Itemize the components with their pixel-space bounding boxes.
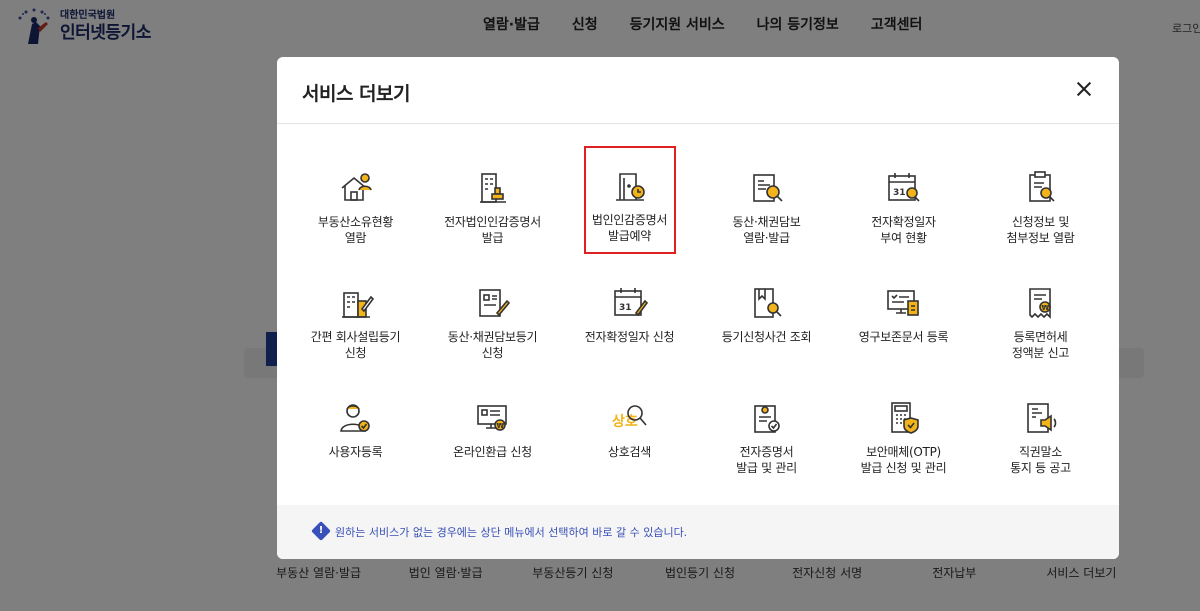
service-online-refund[interactable]: ₩ 온라인환급 신청 [424,374,561,489]
book-search-icon [753,288,782,318]
document-speaker-icon [1026,403,1056,433]
service-real-estate-ownership[interactable]: 부동산소유현황 열람 [287,144,424,259]
close-icon[interactable] [1072,78,1096,102]
service-e-fixed-date-apply[interactable]: 31 전자확정일자 신청 [561,259,698,374]
service-application-info-view[interactable]: 신청정보 및 첨부정보 열람 [972,144,1109,259]
modal-title: 서비스 더보기 [302,83,411,105]
service-label: 영구보존문서 등록 [858,330,949,344]
more-services-modal: 서비스 더보기 부동산소유현황 열람 전자법인인감증명서 발급 법인인감증명서 … [277,57,1119,559]
document-pen-icon [478,289,510,317]
service-label: 전자법인인감증명서 발급 [444,215,541,245]
service-trade-name-search[interactable]: 상호 상호검색 [561,374,698,489]
service-label: 동산·채권담보 열람·발급 [732,215,801,245]
modal-footer: ! 원하는 서비스가 없는 경우에는 상단 메뉴에서 선택하여 바로 갈 수 있… [277,505,1119,559]
calendar-search-icon: 31 [887,173,920,202]
service-label: 사용자등록 [328,445,383,459]
service-label: 전자증명서 발급 및 관리 [736,445,797,475]
sangho-glyph: 상호 [612,414,638,430]
building-stamp-icon [479,173,506,203]
service-e-certificate[interactable]: 전자증명서 발급 및 관리 [698,374,835,489]
svg-text:₩: ₩ [496,422,504,430]
service-e-fixed-date-status[interactable]: 31 전자확정일자 부여 현황 [835,144,972,259]
service-label: 직권말소 통지 등 공고 [1010,445,1071,475]
name-search-icon: 상호 [612,405,647,430]
calendar-pen-icon: 31 [613,288,648,317]
screen-won-icon: ₩ [476,405,507,431]
service-label: 온라인환급 신청 [453,445,532,459]
service-label: 등기신청사건 조회 [721,330,812,344]
monitor-document-icon [886,290,919,316]
certificate-check-icon [753,405,780,433]
house-person-icon [340,173,372,201]
modal-header: 서비스 더보기 [277,57,1119,124]
service-label: 신청정보 및 첨부정보 열람 [1006,215,1075,245]
receipt-won-icon: ₩ [1028,288,1051,319]
service-label: 법인인감증명서 발급예약 [591,213,668,243]
service-label: 등록면허세 정액분 신고 [1011,330,1070,360]
user-check-icon [339,404,370,432]
service-permanent-document-register[interactable]: 영구보존문서 등록 [835,259,972,374]
service-registration-license-tax[interactable]: ₩ 등록면허세 정액분 신고 [972,259,1109,374]
service-movable-bond-apply[interactable]: 동산·채권담보등기 신청 [424,259,561,374]
svg-text:₩: ₩ [1041,304,1049,312]
service-case-inquiry[interactable]: 등기신청사건 조회 [698,259,835,374]
service-otp-security[interactable]: 보안매체(OTP) 발급 신청 및 관리 [835,374,972,489]
service-label: 보안매체(OTP) 발급 신청 및 관리 [860,445,947,475]
service-movable-bond-view[interactable]: 동산·채권담보 열람·발급 [698,144,835,259]
service-user-registration[interactable]: 사용자등록 [287,374,424,489]
service-label: 동산·채권담보등기 신청 [447,330,538,360]
service-label: 전자확정일자 신청 [584,330,675,344]
otp-shield-icon [890,402,919,434]
service-label: 상호검색 [608,445,651,459]
calendar-number: 31 [893,188,906,198]
clipboard-search-icon [1028,171,1055,202]
service-ex-officio-cancellation-notice[interactable]: 직권말소 통지 등 공고 [972,374,1109,489]
door-clock-icon [615,173,645,201]
service-label: 간편 회사설립등기 신청 [310,330,401,360]
service-label: 부동산소유현황 열람 [317,215,394,245]
service-simple-company-registration[interactable]: 간편 회사설립등기 신청 [287,259,424,374]
calendar-number: 31 [619,303,632,313]
service-grid: 부동산소유현황 열람 전자법인인감증명서 발급 법인인감증명서 발급예약 동산·… [287,144,1109,489]
service-corporate-seal-reservation[interactable]: 법인인감증명서 발급예약 [583,146,676,254]
footer-notice: 원하는 서비스가 없는 경우에는 상단 메뉴에서 선택하여 바로 갈 수 있습니… [335,526,688,539]
exclamation-icon: ! [318,525,324,536]
service-e-corporate-seal-cert[interactable]: 전자법인인감증명서 발급 [424,144,561,259]
service-label: 전자확정일자 부여 현황 [871,215,936,245]
building-pen-icon [341,292,374,318]
document-search-icon [752,174,783,202]
